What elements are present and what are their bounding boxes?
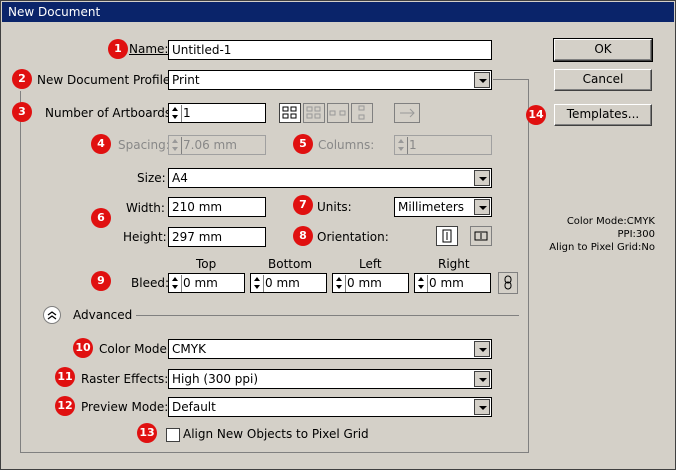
left-to-right-icon[interactable] (394, 103, 420, 123)
bleed-left-stepper[interactable]: 0 mm (332, 273, 409, 293)
advanced-label[interactable]: Advanced (73, 308, 132, 322)
spin-arrows-icon[interactable] (170, 137, 182, 154)
profile-bracket-top (493, 79, 529, 80)
units-label: Units: (317, 200, 352, 214)
artboards-stepper[interactable]: 1 (168, 103, 266, 123)
height-field[interactable]: 297 mm (168, 227, 266, 247)
badge-3: 3 (12, 102, 32, 122)
document-info: Color Mode:CMYK PPI:300 Align to Pixel G… (549, 215, 655, 254)
spin-arrows-icon[interactable] (334, 275, 346, 292)
badge-2: 2 (12, 69, 32, 89)
preview-mode-label: Preview Mode: (81, 400, 169, 414)
spin-arrows-icon[interactable] (396, 137, 408, 154)
templates-button[interactable]: Templates... (554, 104, 652, 126)
profile-select[interactable]: Print (168, 70, 492, 90)
badge-7: 7 (293, 195, 313, 215)
title-bar: New Document (2, 2, 674, 22)
spin-arrows-icon[interactable] (170, 105, 182, 122)
spacing-stepper[interactable]: 7.06 mm (168, 135, 266, 155)
height-label: Height: (123, 230, 167, 244)
badge-12: 12 (55, 396, 75, 416)
landscape-icon[interactable] (470, 226, 492, 246)
badge-9: 9 (91, 271, 111, 291)
bleed-label: Bleed: (131, 276, 169, 290)
badge-10: 10 (73, 338, 93, 358)
ok-button[interactable]: OK (553, 38, 653, 62)
profile-bracket-vertical (20, 91, 21, 453)
link-icon[interactable] (498, 272, 518, 294)
raster-effects-label: Raster Effects: (81, 372, 169, 386)
badge-11: 11 (55, 367, 75, 387)
chevron-down-icon (474, 170, 490, 186)
badge-5: 5 (293, 134, 313, 154)
badge-8: 8 (293, 226, 313, 246)
spacing-label: Spacing: (118, 138, 170, 152)
chevron-down-icon (474, 371, 490, 387)
profile-bracket-bottom (20, 452, 528, 453)
bleed-right-stepper[interactable]: 0 mm (414, 273, 491, 293)
spin-arrows-icon[interactable] (416, 275, 428, 292)
cancel-button[interactable]: Cancel (554, 69, 652, 91)
arrange-by-row-icon[interactable] (327, 103, 349, 123)
artboards-label: Number of Artboards: (45, 106, 176, 120)
units-select[interactable]: Millimeters (394, 197, 492, 217)
grid-by-column-icon[interactable] (303, 103, 325, 123)
advanced-divider (136, 315, 519, 316)
profile-bracket-right-vertical (528, 79, 529, 453)
badge-4: 4 (91, 134, 111, 154)
bleed-top-label: Top (196, 257, 217, 271)
chevron-down-icon (474, 399, 490, 415)
bleed-right-label: Right (438, 257, 470, 271)
name-field[interactable]: Untitled-1 (168, 40, 492, 60)
raster-effects-select[interactable]: High (300 ppi) (168, 369, 492, 389)
info-ppi: PPI:300 (617, 229, 655, 240)
bleed-bottom-label: Bottom (268, 257, 313, 271)
arrange-by-column-icon[interactable] (351, 103, 373, 123)
portrait-icon[interactable] (436, 226, 458, 246)
spin-arrows-icon[interactable] (170, 275, 182, 292)
columns-stepper[interactable]: 1 (394, 135, 492, 155)
bleed-top-stepper[interactable]: 0 mm (168, 273, 245, 293)
size-label: Size: (137, 171, 166, 185)
collapse-advanced-icon[interactable] (43, 306, 61, 324)
name-label: Name: (129, 42, 169, 56)
spin-arrows-icon[interactable] (252, 275, 264, 292)
chevron-down-icon (474, 72, 490, 88)
info-color-mode: Color Mode:CMYK (566, 216, 655, 227)
badge-1: 1 (108, 39, 128, 59)
columns-label: Columns: (318, 138, 375, 152)
size-select[interactable]: A4 (168, 168, 492, 188)
chevron-down-icon (474, 199, 490, 215)
badge-14: 14 (526, 105, 546, 125)
width-label: Width: (126, 201, 165, 215)
window-title: New Document (8, 5, 101, 19)
align-pixel-grid-label[interactable]: Align New Objects to Pixel Grid (183, 427, 369, 441)
width-field[interactable]: 210 mm (168, 197, 266, 217)
preview-mode-select[interactable]: Default (168, 397, 492, 417)
badge-6: 6 (91, 208, 111, 228)
new-document-dialog: New Document 1 Name: Untitled-1 2 New Do… (0, 0, 676, 470)
color-mode-label: Color Mode: (99, 342, 171, 356)
orientation-label: Orientation: (317, 230, 389, 244)
chevron-down-icon (474, 341, 490, 357)
profile-label: New Document Profile: (37, 73, 175, 87)
info-align: Align to Pixel Grid:No (549, 242, 655, 253)
badge-13: 13 (137, 423, 157, 443)
color-mode-select[interactable]: CMYK (168, 339, 492, 359)
bleed-left-label: Left (359, 257, 382, 271)
bleed-bottom-stepper[interactable]: 0 mm (250, 273, 327, 293)
grid-by-row-icon[interactable] (279, 103, 301, 123)
align-pixel-grid-checkbox[interactable] (166, 428, 180, 442)
